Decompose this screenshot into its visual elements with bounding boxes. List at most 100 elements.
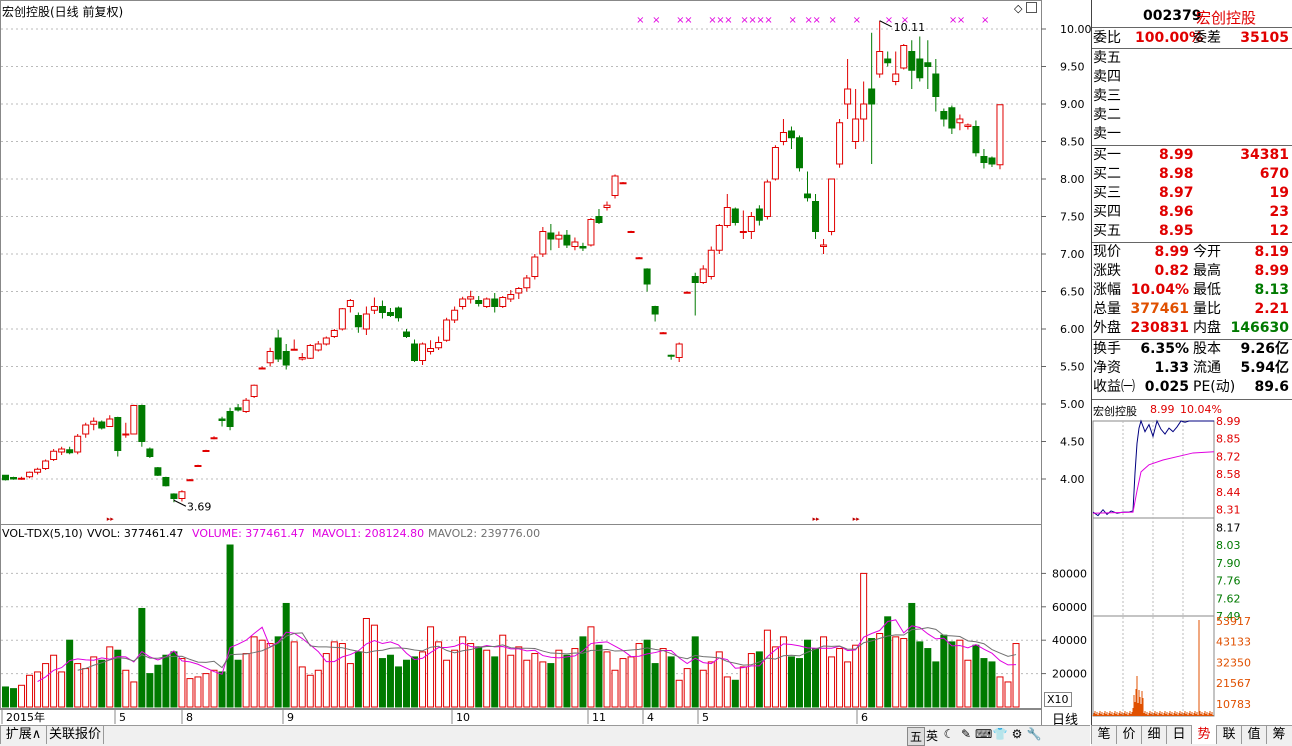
candle-body xyxy=(667,354,675,357)
candle-body xyxy=(715,225,723,251)
volume-bar xyxy=(603,651,611,708)
volume-bar xyxy=(186,678,194,708)
candle-body xyxy=(779,132,787,142)
candle-body xyxy=(370,306,378,311)
candle-body xyxy=(884,58,892,64)
candle-body xyxy=(956,118,964,124)
x-axis-label: 8 xyxy=(186,711,193,724)
chart-canvas[interactable]: 10.00 9.50 9.00 8.50 8.00 7.50 7.00 6.50 6.00 5.5… xyxy=(0,0,1292,745)
candle-body xyxy=(138,405,146,442)
intraday-price-label: 7.76 xyxy=(1216,575,1241,588)
x-axis-label: 5 xyxy=(119,711,126,724)
volume-bar xyxy=(763,629,771,708)
intraday-volume-label: 21567 xyxy=(1216,677,1251,690)
candle-body xyxy=(274,337,282,360)
candle-body xyxy=(242,399,250,412)
price-axis-label: 9.50 xyxy=(1060,61,1085,74)
kline-panel xyxy=(0,0,1042,525)
volume-bar xyxy=(194,676,202,708)
candle-body xyxy=(852,118,860,142)
candle-body xyxy=(804,193,811,199)
candle-body xyxy=(860,103,868,120)
candle-body xyxy=(619,182,627,185)
candle-body xyxy=(26,471,34,478)
candle-body xyxy=(844,88,852,105)
x-axis-label: 10 xyxy=(456,711,470,724)
signal-marker-icon: ▸▸ xyxy=(107,515,115,523)
volume-bar xyxy=(956,639,964,708)
candle-body xyxy=(587,219,595,246)
candle-body xyxy=(988,157,996,165)
volume-bar xyxy=(306,674,314,708)
volume-bar xyxy=(707,661,715,708)
volume-bar xyxy=(483,649,491,708)
candle-body xyxy=(258,367,266,370)
candle-body xyxy=(186,479,194,482)
volume-bar xyxy=(571,648,579,708)
volume-bar xyxy=(715,651,723,708)
volume-bar xyxy=(394,666,402,708)
candle-body xyxy=(194,465,202,467)
volume-bar xyxy=(178,658,186,708)
price-axis-label: 5.00 xyxy=(1060,398,1085,411)
volume-bar xyxy=(900,638,908,708)
volume-bar xyxy=(988,661,996,708)
candle-body xyxy=(90,420,98,425)
high-price-label: 10.11 xyxy=(894,21,926,34)
candle-body xyxy=(635,257,643,260)
candle-body xyxy=(162,477,170,487)
x-axis-label: 4 xyxy=(647,711,654,724)
volume-bar xyxy=(996,676,1004,708)
candle-body xyxy=(386,312,394,316)
intraday-volume-label: 10783 xyxy=(1216,698,1251,711)
candle-body xyxy=(940,111,948,120)
volume-bar xyxy=(138,607,146,708)
volume-bar xyxy=(779,636,787,708)
candle-body xyxy=(507,294,515,300)
intraday-price-label: 8.03 xyxy=(1216,539,1241,552)
volume-bar xyxy=(611,669,619,708)
candle-body xyxy=(924,62,932,67)
volume-bar xyxy=(250,636,258,708)
volume-bar xyxy=(10,688,18,708)
candle-body xyxy=(50,450,58,460)
volume-bar xyxy=(595,644,603,708)
volume-bar xyxy=(932,661,940,708)
candle-body xyxy=(306,345,314,359)
intraday-price-label: 8.58 xyxy=(1216,468,1241,481)
x-axis-label: 11 xyxy=(592,711,606,724)
candle-body xyxy=(595,216,603,223)
candle-body xyxy=(338,308,346,330)
x-axis-label: 6 xyxy=(861,711,868,724)
candle-body xyxy=(555,234,563,240)
candle-body xyxy=(290,348,298,351)
candle-body xyxy=(659,332,667,335)
candle-body xyxy=(98,421,106,429)
event-marker-icon: × xyxy=(981,15,989,26)
event-marker-icon: × xyxy=(813,15,821,26)
price-axis-label: 6.00 xyxy=(1060,323,1085,336)
price-axis-label: 5.50 xyxy=(1060,361,1085,374)
volume-bar xyxy=(771,646,779,708)
candle-body xyxy=(683,291,691,294)
volume-bar xyxy=(234,659,242,708)
volume-bar xyxy=(122,669,130,708)
candle-body xyxy=(82,424,90,435)
volume-bar xyxy=(18,684,26,708)
candle-body xyxy=(250,384,258,397)
volume-bar xyxy=(1012,643,1020,708)
candle-body xyxy=(795,137,803,169)
candle-body xyxy=(218,418,226,421)
candle-body xyxy=(836,122,844,165)
volume-bar xyxy=(443,659,451,708)
candle-body xyxy=(154,467,162,476)
volume-bar xyxy=(828,656,836,708)
event-marker-icon: × xyxy=(652,15,660,26)
candle-body xyxy=(699,268,707,283)
price-axis-label: 6.50 xyxy=(1060,286,1085,299)
candle-body xyxy=(787,130,795,139)
candle-body xyxy=(362,313,370,330)
volume-bar xyxy=(298,666,306,708)
candle-body xyxy=(603,204,611,208)
volume-bar xyxy=(314,669,322,708)
